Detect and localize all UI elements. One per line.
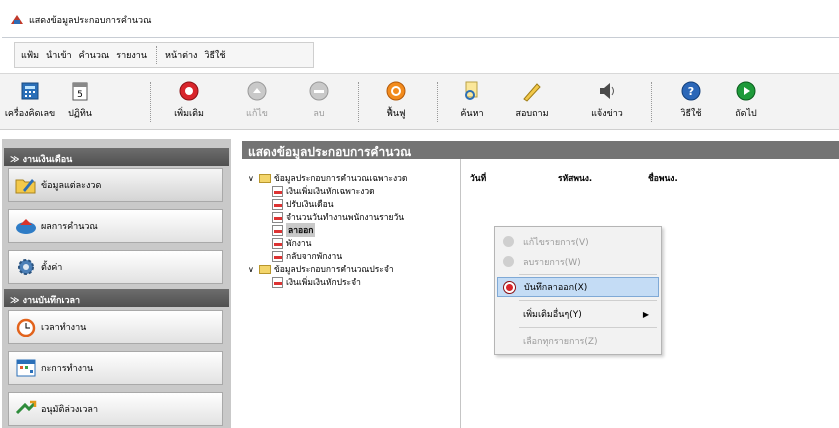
toolbar-separator [437, 82, 438, 122]
edit-icon [503, 236, 514, 247]
sidebar-item-period-data[interactable]: ข้อมูลแต่ละงวด [8, 168, 223, 202]
restore-icon [386, 81, 406, 101]
toolbar-separator [358, 82, 359, 122]
folder-pencil-icon [15, 179, 36, 194]
arrow-approve-icon [15, 400, 37, 415]
edit-button[interactable]: แก้ไข [233, 80, 281, 120]
tree-item[interactable]: เงินเพิ่มเงินหักประจำ [272, 275, 361, 289]
window-title: แสดงข้อมูลประกอบการคำนวณ [29, 16, 152, 26]
help-button[interactable]: ? วิธีใช้ [667, 80, 715, 120]
tree-item[interactable]: พักงาน [272, 236, 311, 250]
submenu-arrow-icon: ▶ [642, 309, 649, 319]
menu-separator [519, 300, 657, 301]
gear-icon [18, 259, 34, 275]
pen-icon [523, 83, 541, 102]
section-payroll[interactable]: ≫ งานเงินเดือน [4, 148, 229, 166]
add-icon [179, 81, 199, 101]
results-icon [16, 219, 36, 234]
menu-select-all[interactable]: เลือกทุกรายการ(Z) [497, 331, 659, 351]
add-icon [504, 282, 515, 293]
menu-import[interactable]: นำเข้า [46, 48, 72, 62]
calendar-button[interactable]: 5 ปฏิทิน [56, 80, 104, 120]
delete-icon [309, 81, 329, 101]
tree-panel: ∨ ข้อมูลประกอบการคำนวณเฉพาะงวด เงินเพิ่มเ… [242, 159, 461, 428]
document-icon [272, 276, 283, 288]
tree-group-period[interactable]: ∨ ข้อมูลประกอบการคำนวณเฉพาะงวด [248, 171, 407, 185]
calculator-button[interactable]: เครื่องคิดเลข [2, 80, 58, 120]
calendar-icon: 5 [72, 82, 88, 101]
menu-separator [156, 46, 158, 64]
menu-edit-item[interactable]: แก้ไขรายการ(V) [497, 232, 659, 252]
sidebar-item-results[interactable]: ผลการคำนวณ [8, 209, 223, 243]
column-employee-name[interactable]: ชื่อพนง. [648, 171, 678, 185]
svg-text:?: ? [688, 85, 694, 98]
column-employee-id[interactable]: รหัสพนง. [558, 171, 592, 185]
title-bar: แสดงข้อมูลประกอบการคำนวณ [2, 0, 839, 38]
menu-add-other[interactable]: เพิ่มเติมอื่นๆ(Y) ▶ [497, 304, 659, 324]
speaker-icon [600, 83, 614, 99]
collapse-icon[interactable]: ∨ [248, 174, 256, 183]
document-icon [272, 224, 283, 236]
sidebar-item-overtime[interactable]: อนุมัติล่วงเวลา [8, 392, 223, 426]
toolbar: เครื่องคิดเลข 5 ปฏิทิน เพิ่มเติม แก้ไข ล… [0, 73, 839, 130]
menu-delete-item[interactable]: ลบรายการ(W) [497, 252, 659, 272]
calculator-icon [21, 82, 39, 100]
folder-icon [259, 173, 271, 183]
document-icon [272, 211, 283, 223]
sidebar-item-work-time[interactable]: เวลาทำงาน [8, 310, 223, 344]
section-time[interactable]: ≫ งานบันทึกเวลา [4, 289, 229, 307]
sidebar-item-settings[interactable]: ตั้งค่า [8, 250, 223, 284]
document-icon [272, 237, 283, 249]
delete-icon [503, 256, 514, 267]
ask-button[interactable]: สอบถาม [508, 80, 556, 120]
menu-separator [519, 327, 657, 328]
collapse-icon[interactable]: ∨ [248, 265, 256, 274]
document-icon [272, 185, 283, 197]
menu-add-resign[interactable]: บันทึกลาออก(X) [497, 277, 659, 297]
menu-separator [519, 274, 657, 275]
tree-group-regular[interactable]: ∨ ข้อมูลประกอบการคำนวณประจำ [248, 262, 394, 276]
next-button[interactable]: ถัดไป [722, 80, 770, 120]
toolbar-separator [651, 82, 652, 122]
tree-item[interactable]: กลับจากพักงาน [272, 249, 342, 263]
search-button[interactable]: ค้นหา [448, 80, 496, 120]
app-icon [11, 15, 23, 24]
add-button[interactable]: เพิ่มเติม [165, 80, 213, 120]
toolbar-separator [150, 82, 151, 122]
folder-icon [259, 264, 271, 274]
tree-item[interactable]: ปรับเงินเดือน [272, 197, 334, 211]
sidebar: ≫ งานเงินเดือน ข้อมูลแต่ละงวด ผลการคำนวณ… [2, 139, 231, 428]
document-icon [272, 250, 283, 262]
sidebar-item-shift[interactable]: กะการทำงาน [8, 351, 223, 385]
menu-bar: แฟ้ม นำเข้า คำนวณ รายงาน หน้าต่าง วิธีใช… [14, 42, 314, 68]
tree-item-selected[interactable]: ลาออก [272, 223, 316, 237]
alarm-clock-icon [16, 318, 36, 337]
restore-button[interactable]: ฟื้นฟู [372, 80, 420, 120]
menu-file[interactable]: แฟ้ม [21, 48, 39, 62]
document-icon [272, 198, 283, 210]
next-icon [736, 81, 756, 101]
edit-icon [247, 81, 267, 101]
column-date[interactable]: วันที่ [470, 171, 486, 185]
context-menu: แก้ไขรายการ(V) ลบรายการ(W) บันทึกลาออก(X… [494, 226, 662, 355]
calendar-grid-icon [16, 359, 36, 377]
search-icon [465, 81, 478, 100]
help-icon: ? [681, 81, 701, 101]
menu-calculate[interactable]: คำนวณ [79, 48, 110, 62]
delete-button[interactable]: ลบ [295, 80, 343, 120]
menu-report[interactable]: รายงาน [116, 48, 147, 62]
tree-item[interactable]: เงินเพิ่มเงินหักเฉพาะงวด [272, 184, 375, 198]
menu-help[interactable]: วิธีใช้ [204, 48, 225, 62]
notify-button[interactable]: แจ้งข่าว [583, 80, 631, 120]
menu-window[interactable]: หน้าต่าง [165, 48, 197, 62]
svg-text:5: 5 [77, 90, 83, 100]
tree-item[interactable]: จำนวนวันทำงานพนักงานรายวัน [272, 210, 404, 224]
page-title: แสดงข้อมูลประกอบการคำนวณ [242, 141, 839, 159]
